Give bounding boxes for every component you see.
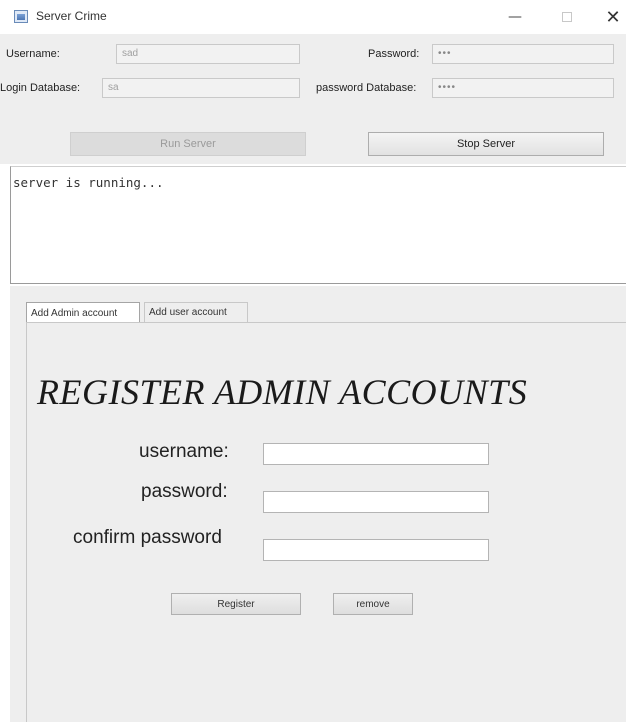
server-log-console[interactable]: server is running... xyxy=(10,166,626,284)
register-title: REGISTER ADMIN ACCOUNTS xyxy=(37,372,528,412)
app-icon xyxy=(14,10,28,23)
password-database-label: password Database: xyxy=(316,82,417,94)
stop-server-button[interactable]: Stop Server xyxy=(368,132,604,156)
login-database-label: Login Database: xyxy=(0,82,81,94)
password-form-label: password: xyxy=(141,481,228,502)
tab-add-user-account[interactable]: Add user account xyxy=(144,302,248,322)
admin-register-form: REGISTER ADMIN ACCOUNTS username: passwo… xyxy=(26,322,626,722)
username-form-label: username: xyxy=(139,441,229,462)
maximize-button[interactable] xyxy=(544,0,590,34)
password-database-field[interactable]: •••• xyxy=(432,78,614,98)
username-field[interactable]: sad xyxy=(116,44,300,64)
server-config-panel: Username: sad Password: ••• Login Databa… xyxy=(0,34,626,164)
register-button[interactable]: Register xyxy=(171,593,301,615)
account-panel: Add Admin account Add user account REGIS… xyxy=(10,286,626,722)
register-confirm-password-input[interactable] xyxy=(263,539,489,561)
password-label: Password: xyxy=(368,48,420,60)
tab-add-admin-account[interactable]: Add Admin account xyxy=(26,302,140,323)
register-username-input[interactable] xyxy=(263,443,489,465)
window-title: Server Crime xyxy=(36,9,107,23)
close-icon: ✕ xyxy=(605,6,621,28)
username-label: Username: xyxy=(6,48,60,60)
maximize-icon xyxy=(562,12,572,22)
run-server-button[interactable]: Run Server xyxy=(70,132,306,156)
minimize-icon: — xyxy=(508,9,522,25)
title-bar: Server Crime — ✕ xyxy=(0,0,626,34)
confirm-password-label: confirm password xyxy=(73,527,222,548)
close-button[interactable]: ✕ xyxy=(590,0,626,34)
password-field[interactable]: ••• xyxy=(432,44,614,64)
login-database-field[interactable]: sa xyxy=(102,78,300,98)
register-password-input[interactable] xyxy=(263,491,489,513)
minimize-button[interactable]: — xyxy=(492,0,538,34)
remove-button[interactable]: remove xyxy=(333,593,413,615)
